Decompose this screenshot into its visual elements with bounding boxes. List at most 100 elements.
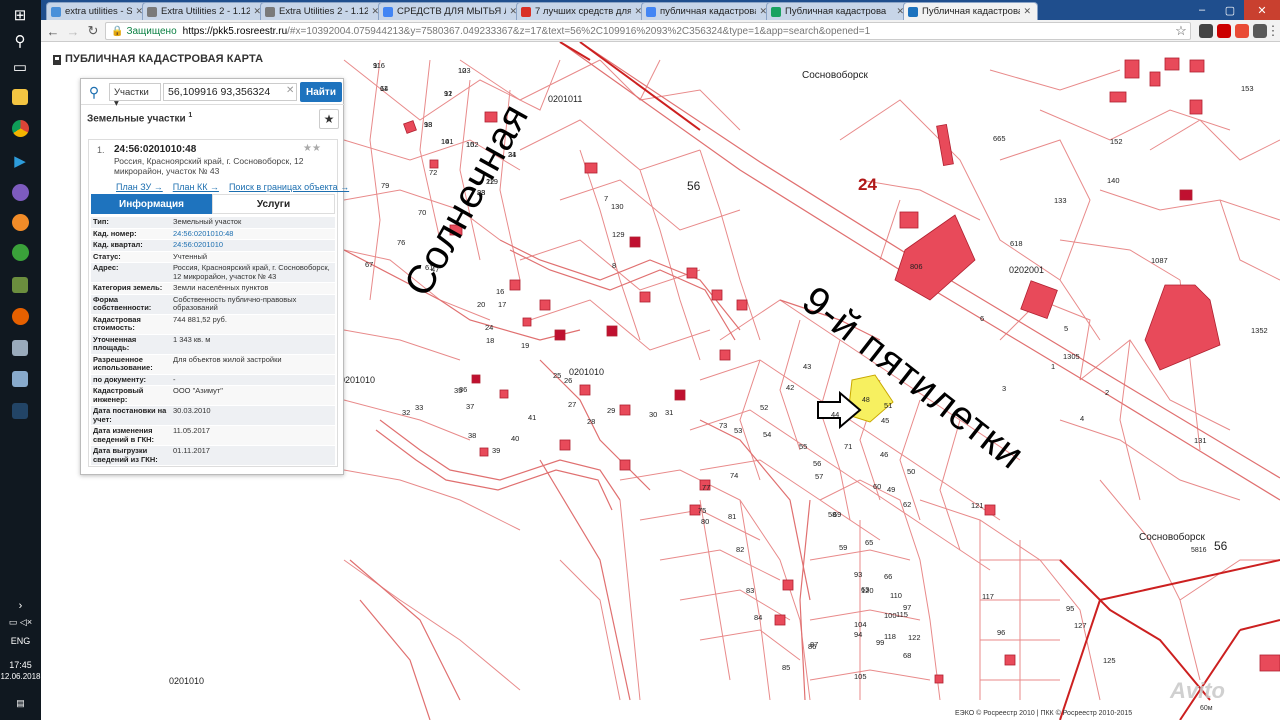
language-indicator[interactable]: ENG [0,636,41,646]
reload-icon[interactable]: ↻ [85,23,101,39]
attribute-value: 01.11.2017 [171,445,335,466]
browser-tab[interactable]: СРЕДСТВ ДЛЯ МЫТЬЯ Л ✕ [378,2,524,20]
parcel-number: 7 [604,194,609,203]
url-host: https://pkk5.rosreestr.ru [182,25,288,37]
result-number: 1. [97,145,105,155]
search-icon[interactable]: ⚲ [81,82,107,102]
parcel-number: 8 [612,261,617,270]
search-input[interactable] [163,83,297,101]
clear-icon[interactable]: ✕ [286,85,294,96]
attribute-value: Собственность публично-правовых образова… [171,294,335,315]
app-icon[interactable] [8,368,32,390]
minecraft-icon[interactable] [8,274,32,296]
tab-favicon-icon [646,6,656,17]
address-bar[interactable]: 🔒 Защищено https://pkk5.rosreestr.ru/#x=… [105,22,1191,40]
pkk-logo-icon [53,55,61,65]
browser-tab[interactable]: Публичная кадастрова ✕ [766,2,911,20]
attribute-key: Категория земель: [91,282,171,295]
parcel-number: 38 [468,431,477,440]
rating-star-icon[interactable]: ★★ [303,143,321,154]
browser-tab[interactable]: Extra Utilities 2 - 1.12 - ✕ [142,2,268,20]
tray-chevron-icon[interactable]: › [0,600,41,612]
cadastral-number[interactable]: 24:56:0201010:48 [114,144,196,155]
bookmark-star-icon[interactable]: ☆ [1173,23,1189,39]
app-icon[interactable] [8,400,32,422]
parcel-number: 81 [728,512,737,521]
parcel-number: 153 [1241,84,1254,93]
parcel-number: 30 [649,410,658,419]
browser-tab[interactable]: 7 лучших средств для ✕ [516,2,649,20]
file-explorer-icon[interactable] [8,86,32,108]
forward-icon[interactable]: → [65,23,81,39]
app-icon[interactable] [8,337,32,359]
attribute-value: Учтенный [171,251,335,263]
parcel-number: 110 [890,591,902,600]
parcel-number: 62 [903,500,912,509]
chrome-icon[interactable] [8,117,32,139]
plan-kk-link[interactable]: План КК → [173,182,219,192]
parcel-number: 1352 [1251,326,1268,335]
tray-network-icon[interactable]: ▭ ◁× [0,617,41,628]
parcel-number: 14 [441,137,450,146]
parcel-number: 55 [799,442,808,451]
parcel-number: 19 [521,341,530,350]
tab-services[interactable]: Услуги [212,194,335,214]
browser-tab[interactable]: extra utilities - Search -✕ [46,2,150,20]
extension-icon[interactable] [1235,24,1249,38]
parcel-number: 49 [887,485,896,494]
browser-tabstrip: extra utilities - Search -✕Extra Utiliti… [41,0,1280,20]
results-section-title: Земельные участки 1 [87,112,192,124]
search-icon[interactable]: ⚲ [8,30,32,52]
quarter-label: 0201010 [569,367,605,377]
back-icon[interactable]: ← [45,23,61,39]
attribute-value[interactable]: 24:56:0201010:48 [171,228,335,240]
browser-tab[interactable]: Extra Utilities 2 - 1.12 - ✕ [260,2,386,20]
favorites-star-icon[interactable]: ★ [319,109,339,129]
windows-start-icon[interactable]: ⊞ [8,4,32,26]
task-view-icon[interactable]: ▭ [8,56,32,78]
extension-icon[interactable] [1217,24,1231,38]
notifications-icon[interactable]: ▤ [0,698,41,709]
find-button[interactable]: Найти [300,82,342,102]
menu-icon[interactable]: ⋮ [1265,23,1280,39]
firefox-icon[interactable] [8,305,32,327]
close-window-icon[interactable]: ✕ [1244,0,1280,20]
parcel-number: 22 [486,177,495,186]
parcel-number: 100 [884,611,897,620]
minimize-icon[interactable]: – [1188,0,1216,20]
parcel-number: 77 [702,483,711,492]
parcel-number: 70 [418,208,427,217]
attribute-value[interactable]: 24:56:0201010 [171,239,335,252]
parcel-number: 50 [907,467,916,476]
maximize-icon[interactable]: ▢ [1216,0,1244,20]
parcel-number: 84 [754,613,763,622]
viber-icon[interactable] [8,181,32,203]
utorrent-icon[interactable] [8,241,32,263]
parcel-number: 13 [424,120,433,129]
parcel-number: 5 [1064,324,1069,333]
browser-tab[interactable]: Публичная кадастрова ✕ [903,2,1038,20]
media-player-icon[interactable]: ▶ [8,150,32,172]
attribute-value: 744 881,52 руб. [171,314,335,335]
parcel-number: 32 [402,408,411,417]
object-type-select[interactable]: Участки ▾ [109,83,161,109]
avito-watermark: Avito [1170,678,1225,703]
parcel-number: 43 [803,362,812,371]
search-in-bounds-link[interactable]: Поиск в границах объекта → [229,182,349,192]
tab-title: Extra Utilities 2 - 1.12 - [279,6,369,17]
selected-parcel-number: 48 [862,397,870,404]
tab-close-icon[interactable]: ✕ [1023,6,1031,17]
plan-zu-link[interactable]: План ЗУ → [116,182,163,192]
parcel-number: 131 [1194,436,1207,445]
tab-information[interactable]: Информация [91,194,212,214]
avast-icon[interactable] [8,211,32,233]
attribute-key: Разрешенное использование: [91,354,171,375]
clock-time[interactable]: 17:45 [0,660,41,670]
browser-tab[interactable]: публичная кадастровая ✕ [641,2,774,20]
parcel-number: 45 [881,416,890,425]
extension-icon[interactable] [1199,24,1213,38]
attribute-key: Статус: [91,251,171,263]
tab-title: СРЕДСТВ ДЛЯ МЫТЬЯ Л [397,6,507,17]
parcel-number: 59 [839,543,848,552]
parcel-number: 11 [380,84,388,93]
